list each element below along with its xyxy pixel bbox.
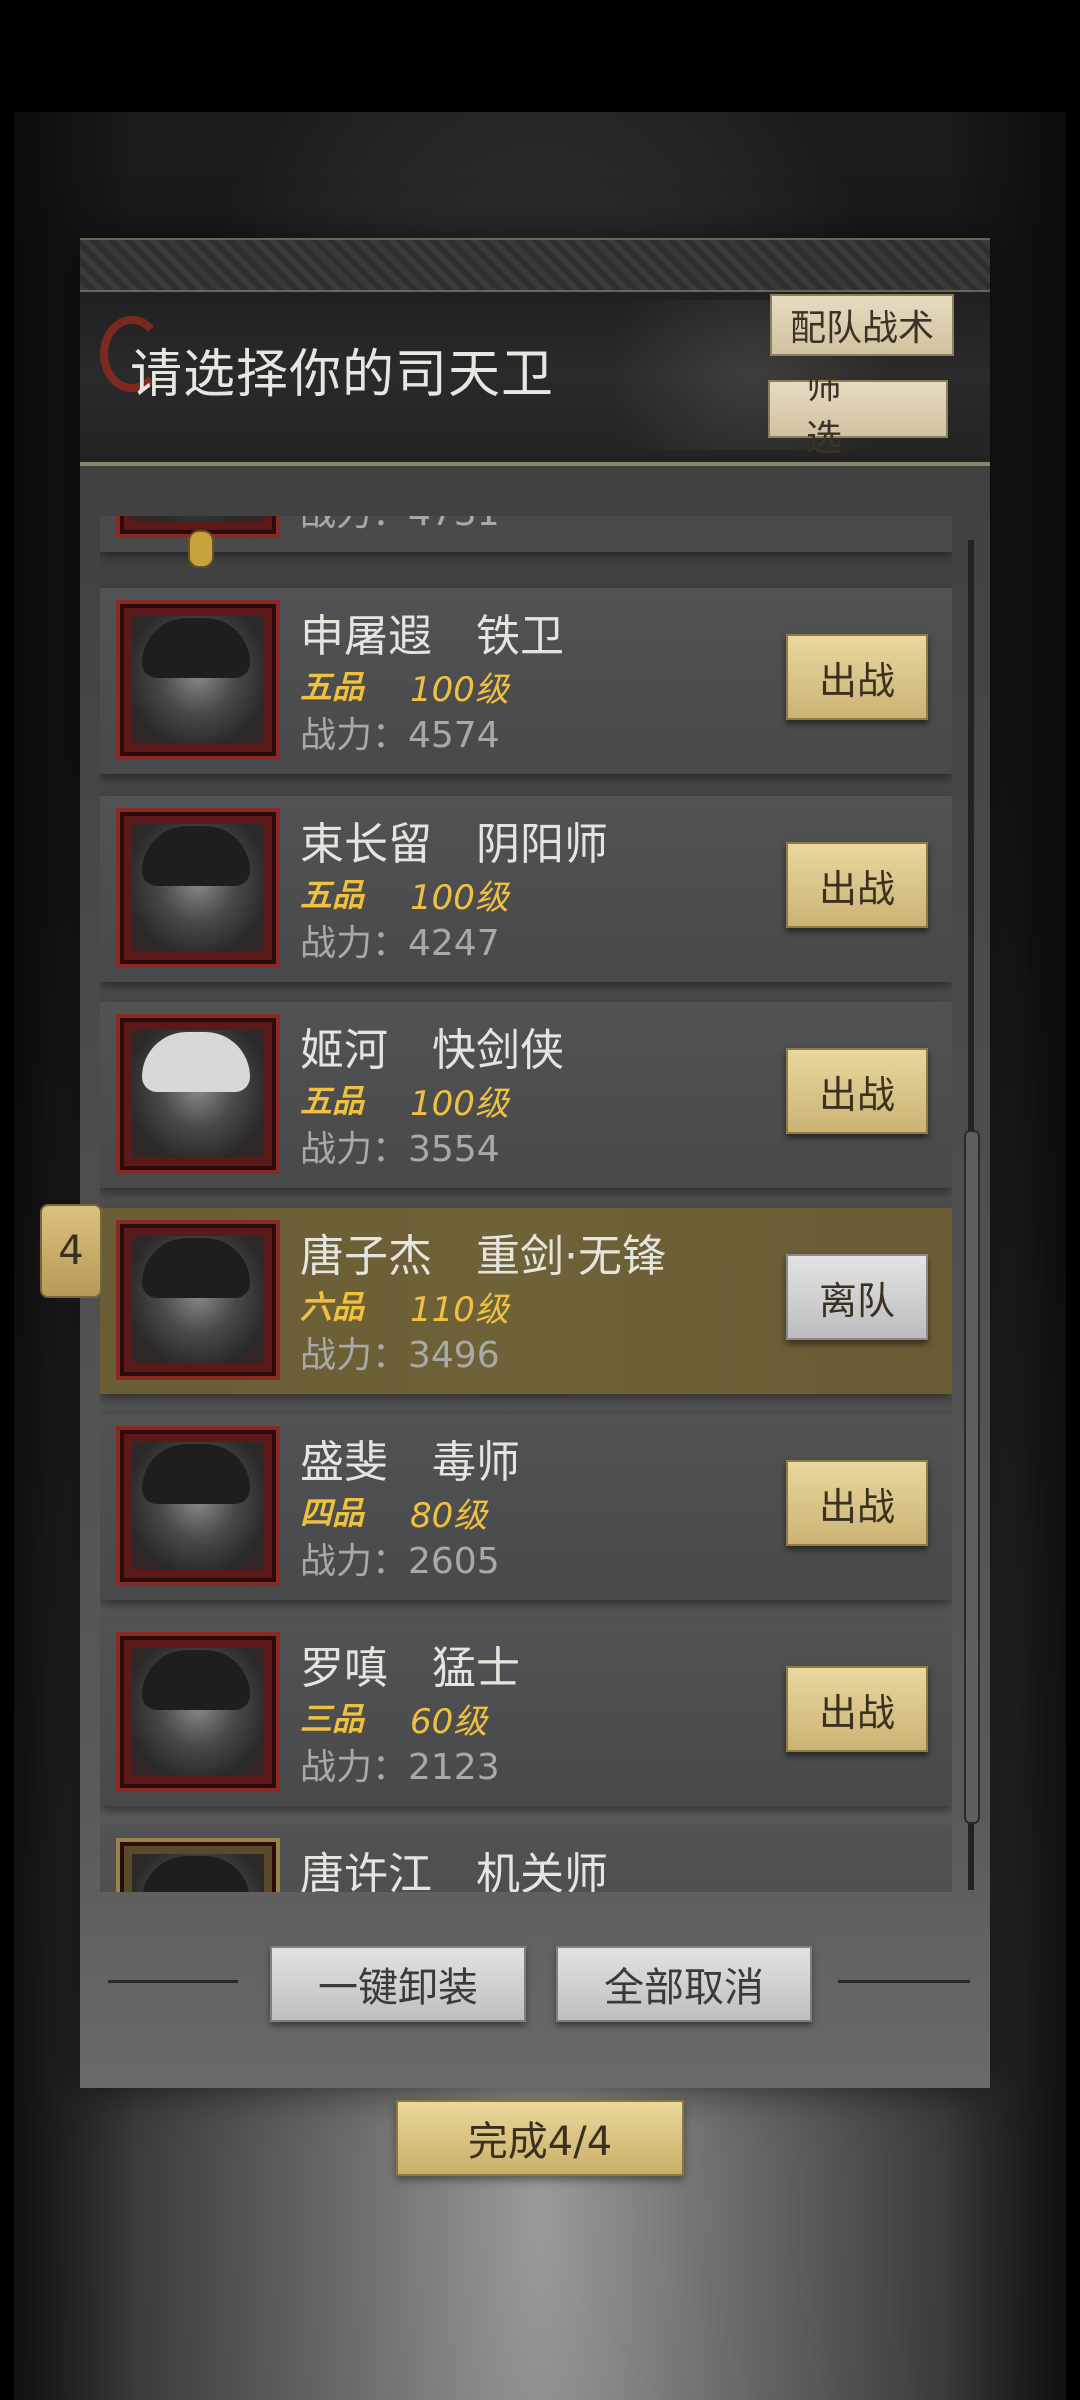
character-level: 100级 — [410, 670, 509, 710]
deploy-button[interactable]: 出战 — [786, 1666, 928, 1752]
character-level: 80级 — [410, 1496, 488, 1536]
done-button[interactable]: 完成4/4 — [396, 2100, 684, 2176]
rank-grade: 三品 — [300, 1700, 365, 1738]
list-item[interactable]: 唐许江 机关师 — [100, 1826, 952, 1892]
character-name: 姬河 快剑侠 — [300, 1025, 564, 1076]
list-item[interactable]: 盛斐 毒师 四品 80级 战力：2605 出战 — [100, 1414, 952, 1600]
rank-grade: 五品 — [300, 668, 365, 706]
warrior-portrait — [116, 1632, 280, 1792]
divider-line — [838, 1980, 970, 1983]
character-level: 100级 — [410, 878, 509, 918]
character-name: 罗嗔 猛士 — [300, 1643, 520, 1694]
character-level: 100级 — [410, 1084, 509, 1124]
mystic-portrait — [116, 808, 280, 968]
brawler-portrait — [116, 600, 280, 760]
list-item[interactable]: 姬河 快剑侠 五品 100级 战力：3554 出战 — [100, 1002, 952, 1188]
rank-grade: 四品 — [300, 1494, 365, 1532]
list-item[interactable]: 束长留 阴阳师 五品 100级 战力：4247 出战 — [100, 796, 952, 982]
rank-grade: 六品 — [300, 1288, 365, 1326]
header-ornament-band — [80, 240, 990, 292]
character-name: 盛斐 毒师 — [300, 1437, 520, 1488]
character-name: 唐许江 机关师 — [300, 1849, 608, 1892]
team-slot-badge: 4 — [40, 1204, 102, 1298]
character-list[interactable]: 战力：4731 申屠遐 铁卫 五品 100级 战力：4574 出战 束长留 阴阳… — [100, 516, 952, 1892]
list-item[interactable]: 战力：4731 — [100, 516, 952, 552]
deploy-button[interactable]: 出战 — [786, 1460, 928, 1546]
deploy-button[interactable]: 出战 — [786, 842, 928, 928]
mechanist-portrait — [116, 1838, 280, 1892]
pendant-icon — [188, 530, 214, 568]
scrollbar-thumb[interactable] — [964, 1130, 980, 1824]
poison-master-portrait — [116, 1426, 280, 1586]
character-level: 60级 — [410, 1702, 488, 1742]
leave-team-button[interactable]: 离队 — [786, 1254, 928, 1340]
character-level: 110级 — [410, 1290, 509, 1330]
rank-grade: 五品 — [300, 1082, 365, 1120]
character-name: 申屠遐 铁卫 — [300, 611, 564, 662]
team-tactics-button[interactable]: 配队战术 — [770, 294, 954, 356]
list-item[interactable]: 罗嗔 猛士 三品 60级 战力：2123 出战 — [100, 1620, 952, 1806]
power-value: 战力：2123 — [300, 1747, 500, 1788]
character-name: 束长留 阴阳师 — [300, 819, 608, 870]
divider-line — [108, 1980, 238, 1983]
page-title: 请选择你的司天卫 — [130, 345, 555, 405]
swordsman-portrait — [116, 1014, 280, 1174]
unequip-all-button[interactable]: 一键卸装 — [270, 1946, 526, 2022]
list-item[interactable]: 申屠遐 铁卫 五品 100级 战力：4574 出战 — [100, 588, 952, 774]
power-value: 战力：4247 — [300, 923, 500, 964]
character-name: 唐子杰 重剑·无锋 — [300, 1231, 666, 1282]
filter-button[interactable]: 筛选 — [768, 366, 948, 459]
list-item-selected[interactable]: 唐子杰 重剑·无锋 六品 110级 战力：3496 离队 — [100, 1208, 952, 1394]
deploy-button[interactable]: 出战 — [786, 1048, 928, 1134]
power-value: 战力：2605 — [300, 1541, 500, 1582]
power-value: 战力：4731 — [300, 516, 500, 536]
deploy-button[interactable]: 出战 — [786, 634, 928, 720]
power-value: 战力：3496 — [300, 1335, 500, 1376]
power-value: 战力：3554 — [300, 1129, 500, 1170]
power-value: 战力：4574 — [300, 715, 500, 756]
rank-grade: 五品 — [300, 876, 365, 914]
cancel-all-button[interactable]: 全部取消 — [556, 1946, 812, 2022]
heavy-sword-portrait — [116, 1220, 280, 1380]
